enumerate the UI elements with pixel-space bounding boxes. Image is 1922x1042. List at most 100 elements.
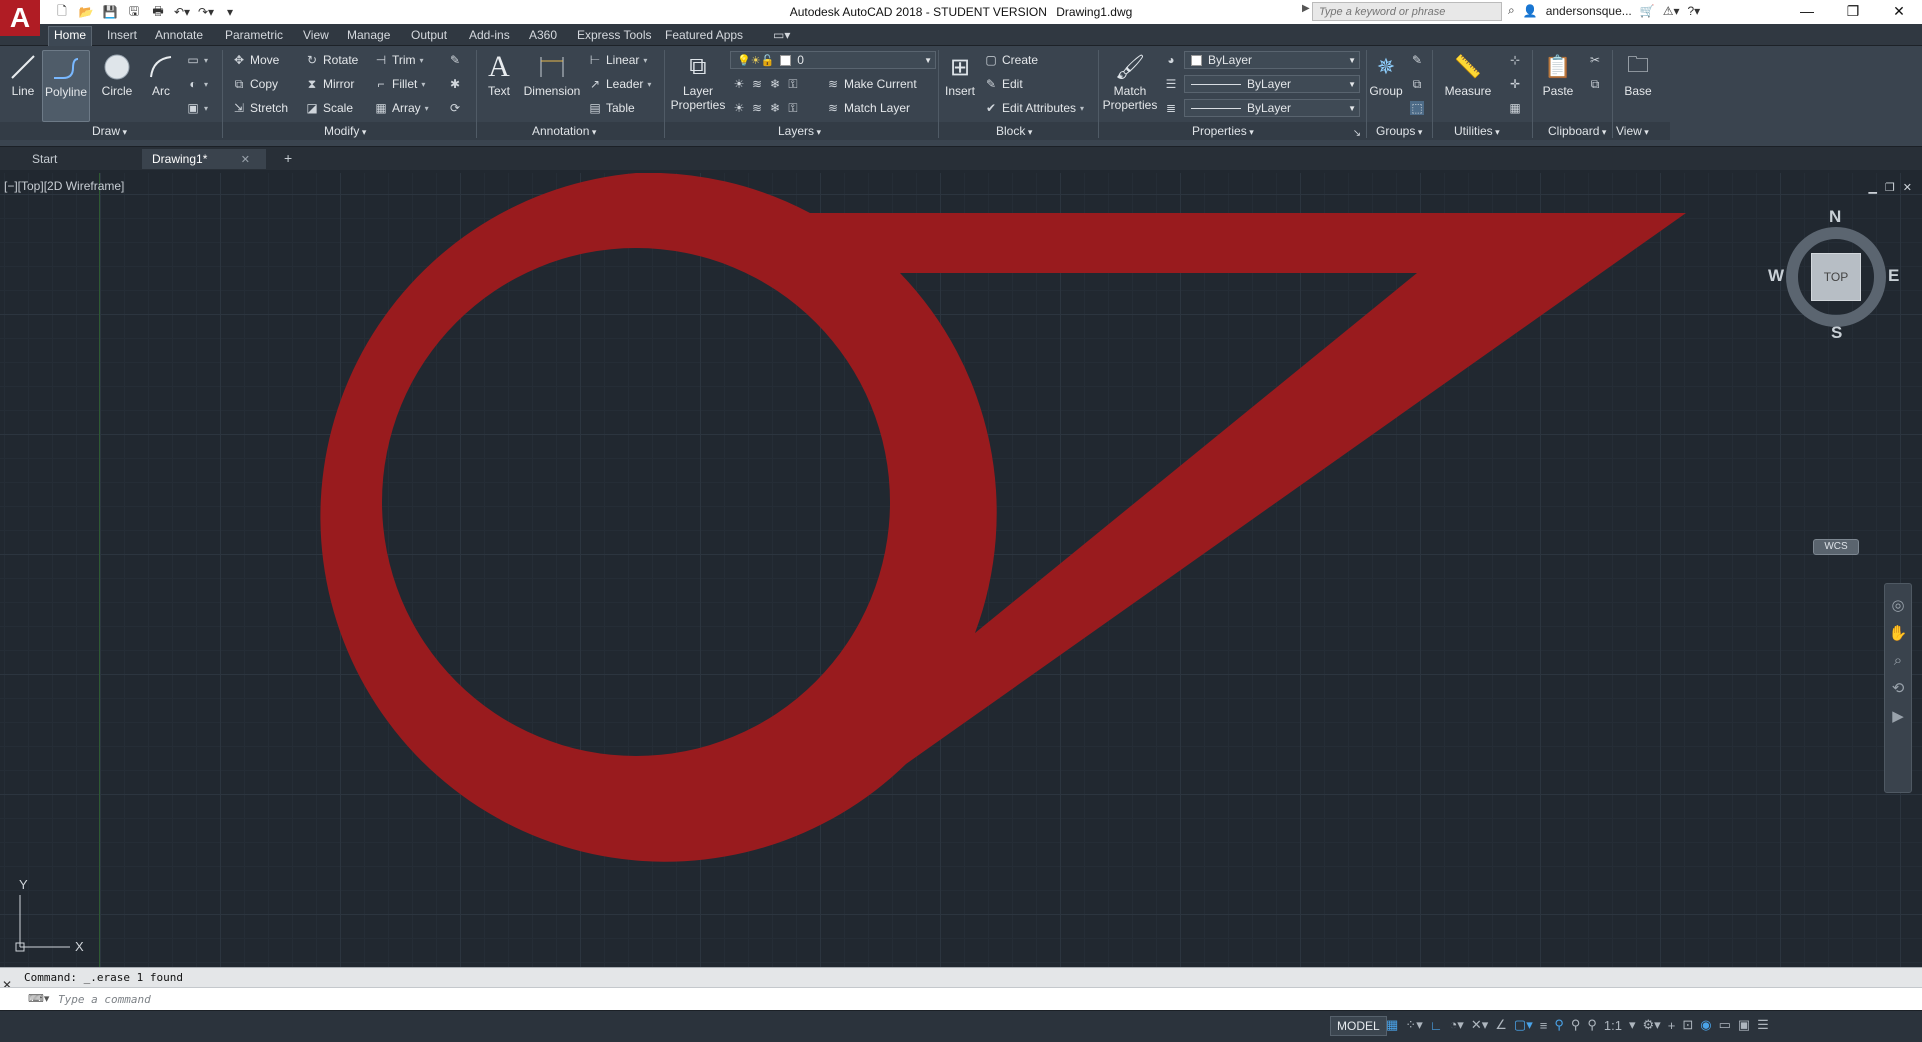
leader-button[interactable]: ↗ Leader ▾ bbox=[588, 75, 651, 93]
minimize-button[interactable]: — bbox=[1784, 0, 1830, 24]
plot-icon[interactable]: 🖶 bbox=[148, 3, 168, 21]
pan-icon[interactable]: ✋ bbox=[1889, 624, 1908, 642]
linetype-dropdown[interactable]: ByLayer ▼ bbox=[1184, 75, 1360, 93]
edit-attributes-button[interactable]: ✔ Edit Attributes ▾ bbox=[984, 99, 1084, 117]
paste-button[interactable]: 📋 Paste bbox=[1540, 50, 1576, 98]
save-icon[interactable]: 💾 bbox=[100, 3, 120, 21]
layer-tools-row-2[interactable]: ☀ ≋ ❄ ⚿ bbox=[732, 99, 800, 117]
move-button[interactable]: ✥ Move bbox=[232, 51, 279, 69]
layers-panel-title[interactable]: Layers bbox=[778, 124, 821, 138]
ungroup-icon[interactable]: ✎ bbox=[1410, 53, 1424, 67]
quick-select-icon[interactable]: ⊹ bbox=[1508, 53, 1522, 67]
properties-dialog-launcher-icon[interactable]: ↘ bbox=[1350, 126, 1364, 140]
open-file-icon[interactable]: 📂 bbox=[76, 3, 96, 21]
model-space-button[interactable]: MODEL bbox=[1330, 1016, 1387, 1036]
fillet-button[interactable]: ⌐ Fillet ▾ bbox=[374, 75, 425, 93]
grid-icon[interactable]: ▦ bbox=[1386, 1017, 1398, 1033]
text-button[interactable]: A Text bbox=[484, 50, 514, 98]
table-button[interactable]: ▤ Table bbox=[588, 99, 634, 117]
rectangle-tool[interactable]: ▭ ▾ bbox=[186, 51, 208, 69]
layer-tools-row-1[interactable]: ☀ ≋ ❄ ⚿ bbox=[732, 75, 800, 93]
create-block-button[interactable]: ▢ Create bbox=[984, 51, 1038, 69]
undo-icon[interactable]: ↶▾ bbox=[172, 3, 192, 21]
zoom-extents-icon[interactable]: ⌕ bbox=[1894, 652, 1902, 669]
group-button[interactable]: ✵ Group bbox=[1369, 50, 1402, 98]
layer-dropdown[interactable]: 💡☀🔓 0 ▼ bbox=[730, 51, 936, 69]
circle-button[interactable]: Circle bbox=[98, 50, 136, 98]
customization-menu-icon[interactable]: ☰ bbox=[1757, 1017, 1769, 1033]
customize-qat-icon[interactable]: ▾ bbox=[220, 3, 240, 21]
array-button[interactable]: ▦ Array ▾ bbox=[374, 99, 428, 117]
command-input[interactable] bbox=[58, 990, 1858, 1008]
polar-icon[interactable]: ◔▾ bbox=[1449, 1017, 1463, 1033]
compass-east[interactable]: E bbox=[1888, 266, 1899, 286]
units-icon[interactable]: ⊡ bbox=[1682, 1017, 1693, 1033]
clipboard-panel-title[interactable]: Clipboard bbox=[1548, 124, 1606, 138]
annotation-monitor-icon[interactable]: + bbox=[1668, 1018, 1676, 1033]
linear-dimension-button[interactable]: ⊢ Linear ▾ bbox=[588, 51, 648, 69]
view-panel-title[interactable]: View bbox=[1616, 124, 1649, 138]
copy-button[interactable]: ⧉ Copy bbox=[232, 75, 278, 93]
compass-west[interactable]: W bbox=[1768, 266, 1784, 286]
search-expand-icon[interactable]: ▶ bbox=[1302, 3, 1310, 14]
tab-annotate[interactable]: Annotate bbox=[150, 27, 208, 43]
ribbon-toggle-icon[interactable]: ▭▾ bbox=[768, 27, 795, 43]
tab-add-ins[interactable]: Add-ins bbox=[464, 27, 515, 43]
object-snap-icon[interactable]: ▢▾ bbox=[1514, 1017, 1533, 1033]
help-search-input[interactable] bbox=[1312, 2, 1502, 21]
workspace-gear-icon[interactable]: ⚙▾ bbox=[1643, 1017, 1661, 1033]
stretch-button[interactable]: ⇲ Stretch bbox=[232, 99, 288, 117]
tab-a360[interactable]: A360 bbox=[524, 27, 562, 43]
new-file-icon[interactable]: 🗋 bbox=[52, 3, 72, 21]
scale-dropdown-icon[interactable]: ▾ bbox=[1629, 1017, 1636, 1033]
rotate-button[interactable]: ↻ Rotate bbox=[305, 51, 358, 69]
draw-panel-title[interactable]: Draw bbox=[92, 124, 127, 138]
arc-button[interactable]: Arc bbox=[146, 50, 176, 98]
edit-block-button[interactable]: ✎ Edit bbox=[984, 75, 1023, 93]
copy-clip-icon[interactable]: ⧉ bbox=[1588, 77, 1602, 91]
restore-button[interactable]: ❐ bbox=[1830, 0, 1876, 24]
drawing-canvas[interactable]: [−][Top][2D Wireframe] ▁ ❐ ✕ TOP N S E W… bbox=[0, 173, 1922, 967]
annotation-scale-value[interactable]: 1:1 bbox=[1604, 1018, 1622, 1033]
red-polyline-shape[interactable] bbox=[320, 173, 1686, 862]
orbit-icon[interactable]: ⟲ bbox=[1892, 679, 1905, 697]
command-prompt-icon[interactable]: ⌨▾ bbox=[28, 992, 49, 1005]
line-button[interactable]: Line bbox=[6, 50, 40, 98]
viewcube[interactable]: TOP N S E W bbox=[1768, 207, 1899, 342]
match-properties-button[interactable]: 🖌 Match Properties bbox=[1102, 50, 1158, 113]
cut-icon[interactable]: ✂ bbox=[1588, 53, 1602, 67]
lineweight-toggle-icon[interactable]: ≡ bbox=[1540, 1018, 1548, 1033]
tab-parametric[interactable]: Parametric bbox=[220, 27, 288, 43]
color-dropdown[interactable]: ByLayer ▼ bbox=[1184, 51, 1360, 69]
a360-icon[interactable]: ⚠▾ bbox=[1663, 4, 1680, 18]
hardware-acceleration-icon[interactable]: ▭ bbox=[1719, 1017, 1731, 1033]
annotation-panel-title[interactable]: Annotation bbox=[532, 124, 596, 138]
tab-view[interactable]: View bbox=[298, 27, 334, 43]
base-view-button[interactable]: 🗀 Base bbox=[1620, 50, 1656, 98]
trim-button[interactable]: ⊣ Trim ▾ bbox=[374, 51, 424, 69]
annotation-visibility-icon[interactable]: ⚲ bbox=[1554, 1017, 1564, 1033]
save-as-icon[interactable]: 🖫 bbox=[124, 3, 144, 21]
redo-icon[interactable]: ↷▾ bbox=[196, 3, 216, 21]
user-name[interactable]: andersonsque... bbox=[1546, 4, 1632, 18]
group-select-icon[interactable]: ⬚ bbox=[1410, 101, 1424, 115]
ortho-icon[interactable]: ∟ bbox=[1430, 1018, 1443, 1033]
close-tab-icon[interactable]: ✕ bbox=[241, 154, 250, 166]
wcs-menu[interactable]: WCS bbox=[1813, 539, 1859, 555]
tab-featured-apps[interactable]: Featured Apps bbox=[660, 27, 748, 43]
annotation-scale-icon[interactable]: ⚲ bbox=[1587, 1017, 1597, 1033]
polyline-button[interactable]: Polyline bbox=[42, 50, 90, 122]
tab-insert[interactable]: Insert bbox=[102, 27, 142, 43]
viewcube-top-face[interactable]: TOP bbox=[1811, 253, 1861, 301]
snap-icon[interactable]: ⁘▾ bbox=[1405, 1017, 1422, 1033]
calculator-icon[interactable]: ▦ bbox=[1508, 101, 1522, 115]
app-menu-logo[interactable]: A bbox=[0, 0, 40, 36]
tab-drawing1[interactable]: Drawing1* ✕ bbox=[142, 149, 266, 169]
object-snap-tracking-icon[interactable]: ∠ bbox=[1495, 1017, 1507, 1033]
group-edit-icon[interactable]: ⧉ bbox=[1410, 77, 1424, 91]
new-tab-button[interactable]: + bbox=[276, 149, 300, 169]
erase-button[interactable]: ✎ bbox=[448, 51, 462, 69]
tab-start[interactable]: Start bbox=[22, 149, 140, 169]
close-window-button[interactable]: ✕ bbox=[1876, 0, 1922, 24]
tab-output[interactable]: Output bbox=[406, 27, 452, 43]
